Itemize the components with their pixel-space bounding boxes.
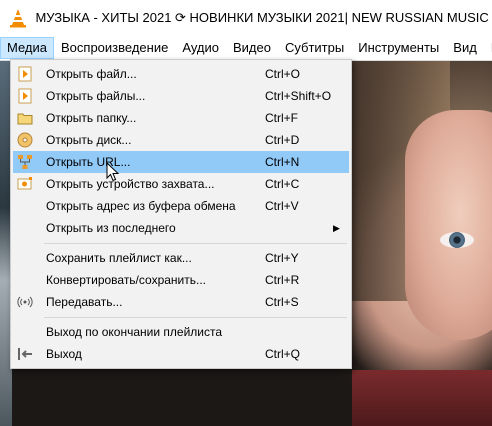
menu-quit-at-end[interactable]: Выход по окончании плейлиста xyxy=(13,321,349,343)
window-title: МУЗЫКА - ХИТЫ 2021 ⟳ НОВИНКИ МУЗЫКИ 2021… xyxy=(35,10,492,25)
menu-convert-save[interactable]: Конвертировать/сохранить... Ctrl+R xyxy=(13,269,349,291)
menu-item-shortcut: Ctrl+O xyxy=(265,67,301,81)
menu-item-label: Открыть из последнего xyxy=(46,221,176,235)
disc-icon xyxy=(17,132,33,148)
menu-open-url[interactable]: Открыть URL... Ctrl+N xyxy=(13,151,349,173)
menu-item-shortcut: Ctrl+C xyxy=(265,177,300,191)
video-iris xyxy=(449,232,465,248)
mouse-cursor-icon xyxy=(106,162,120,182)
menu-item-label: Передавать... xyxy=(46,295,123,309)
file-play-icon xyxy=(17,66,33,82)
menu-subtitles[interactable]: Субтитры xyxy=(278,37,351,59)
menu-view[interactable]: Вид xyxy=(446,37,484,59)
folder-icon xyxy=(17,110,33,126)
menu-item-label: Открыть диск... xyxy=(46,133,132,147)
media-menu-dropdown: Открыть файл... Ctrl+O Открыть файлы... … xyxy=(10,59,352,369)
stream-icon xyxy=(17,294,33,310)
menu-open-folder[interactable]: Открыть папку... Ctrl+F xyxy=(13,107,349,129)
menu-open-clipboard[interactable]: Открыть адрес из буфера обмена Ctrl+V xyxy=(13,195,349,217)
menu-item-label: Конвертировать/сохранить... xyxy=(46,273,206,287)
menu-playback[interactable]: Воспроизведение xyxy=(54,37,175,59)
menu-item-label: Сохранить плейлист как... xyxy=(46,251,192,265)
menu-item-label: Выход по окончании плейлиста xyxy=(46,325,223,339)
menu-item-shortcut: Ctrl+F xyxy=(265,111,298,125)
menu-item-shortcut: Ctrl+V xyxy=(265,199,299,213)
menu-item-label: Открыть устройство захвата... xyxy=(46,177,215,191)
menu-help[interactable]: По xyxy=(484,37,492,59)
menu-item-label: Открыть адрес из буфера обмена xyxy=(46,199,236,213)
network-icon xyxy=(17,154,33,170)
menu-open-disc[interactable]: Открыть диск... Ctrl+D xyxy=(13,129,349,151)
menu-item-shortcut: Ctrl+D xyxy=(265,133,300,147)
submenu-arrow-icon: ▶ xyxy=(333,222,340,233)
menu-open-file[interactable]: Открыть файл... Ctrl+O xyxy=(13,63,349,85)
menu-item-shortcut: Ctrl+Q xyxy=(265,347,301,361)
video-face-region xyxy=(405,110,492,340)
exit-icon xyxy=(17,346,33,362)
vlc-cone-icon xyxy=(8,7,27,29)
menu-item-label: Открыть файлы... xyxy=(46,89,146,103)
menu-bar: Медиа Воспроизведение Аудио Видео Субтит… xyxy=(0,36,492,61)
menu-open-recent[interactable]: Открыть из последнего ▶ xyxy=(13,217,349,239)
menu-item-shortcut: Ctrl+Shift+O xyxy=(265,89,332,103)
files-play-icon xyxy=(17,88,33,104)
menu-item-shortcut: Ctrl+N xyxy=(265,155,300,169)
menu-separator xyxy=(44,243,347,244)
menu-open-capture-device[interactable]: Открыть устройство захвата... Ctrl+C xyxy=(13,173,349,195)
menu-exit[interactable]: Выход Ctrl+Q xyxy=(13,343,349,365)
menu-item-label: Открыть файл... xyxy=(46,67,137,81)
capture-device-icon xyxy=(17,176,33,192)
menu-tools[interactable]: Инструменты xyxy=(351,37,446,59)
menu-media[interactable]: Медиа xyxy=(0,37,54,59)
menu-open-files[interactable]: Открыть файлы... Ctrl+Shift+O xyxy=(13,85,349,107)
title-bar: МУЗЫКА - ХИТЫ 2021 ⟳ НОВИНКИ МУЗЫКИ 2021… xyxy=(0,0,492,37)
menu-item-label: Выход xyxy=(46,347,82,361)
menu-item-label: Открыть папку... xyxy=(46,111,137,125)
menu-item-shortcut: Ctrl+R xyxy=(265,273,300,287)
menu-stream[interactable]: Передавать... Ctrl+S xyxy=(13,291,349,313)
menu-item-shortcut: Ctrl+S xyxy=(265,295,299,309)
menu-item-shortcut: Ctrl+Y xyxy=(265,251,299,265)
menu-separator xyxy=(44,317,347,318)
video-shirt-region xyxy=(352,370,492,426)
menu-video[interactable]: Видео xyxy=(226,37,278,59)
menu-audio[interactable]: Аудио xyxy=(175,37,226,59)
menu-save-playlist[interactable]: Сохранить плейлист как... Ctrl+Y xyxy=(13,247,349,269)
